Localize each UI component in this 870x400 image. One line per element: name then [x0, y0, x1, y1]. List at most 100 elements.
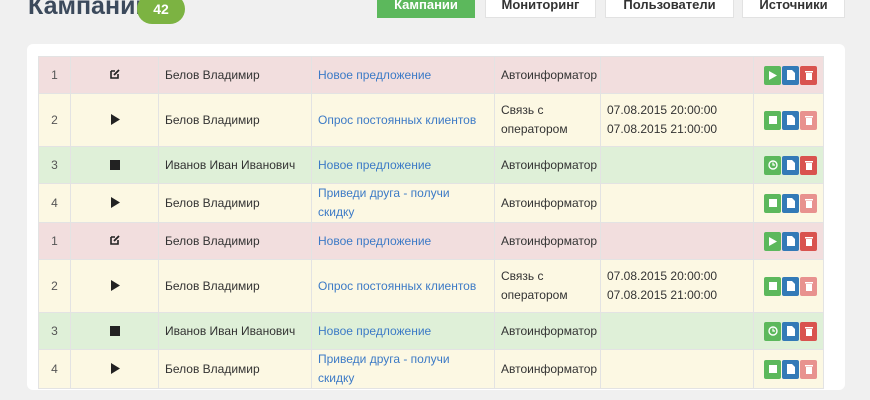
schedule-cell: [600, 56, 754, 94]
trash-disabled-button[interactable]: [800, 193, 817, 213]
play-button[interactable]: [764, 65, 781, 85]
type-cell: Автоинформатор: [494, 222, 601, 260]
play-icon[interactable]: [110, 196, 120, 211]
file-button[interactable]: [782, 65, 799, 85]
play-icon[interactable]: [110, 362, 120, 377]
stop-icon: [768, 116, 777, 124]
campaign-link[interactable]: Новое предложение: [311, 146, 495, 184]
row-number: 1: [38, 222, 71, 260]
file-button[interactable]: [782, 359, 799, 379]
status-cell: [70, 259, 159, 313]
file-button[interactable]: [782, 155, 799, 175]
table-row: 3 Иванов Иван Иванович Новое предложение Ав…: [38, 312, 824, 350]
actions-cell: [753, 259, 824, 313]
trash-disabled-icon: [804, 115, 813, 125]
campaign-link[interactable]: Приведи друга - получи скидку: [311, 183, 495, 223]
row-number: 4: [38, 349, 71, 389]
row-number: 3: [38, 312, 71, 350]
stop-button[interactable]: [764, 276, 781, 296]
campaign-link[interactable]: Новое предложение: [311, 56, 495, 94]
clock-icon: [767, 160, 778, 170]
campaigns-table: 1 Белов Владимир Новое предложение Автоинфо…: [38, 56, 824, 389]
type-cell: Автоинформатор: [494, 146, 601, 184]
trash-disabled-button[interactable]: [800, 359, 817, 379]
file-icon: [786, 160, 795, 170]
edit-icon[interactable]: [109, 68, 121, 83]
trash-disabled-button[interactable]: [800, 276, 817, 296]
stop-icon: [768, 199, 777, 207]
actions-cell: [753, 183, 824, 223]
clock-button[interactable]: [764, 155, 781, 175]
type-cell: Автоинформатор: [494, 183, 601, 223]
stop-button[interactable]: [764, 359, 781, 379]
campaign-link[interactable]: Новое предложение: [311, 312, 495, 350]
stop-button[interactable]: [764, 193, 781, 213]
row-number: 4: [38, 183, 71, 223]
clock-button[interactable]: [764, 321, 781, 341]
edit-icon[interactable]: [109, 234, 121, 249]
start-time: 07.08.2015 20:00:00: [607, 103, 718, 117]
trash-disabled-icon: [804, 364, 813, 374]
status-cell: [70, 93, 159, 147]
type-cell: Автоинформатор: [494, 56, 601, 94]
schedule-cell: [600, 312, 754, 350]
play-button[interactable]: [764, 231, 781, 251]
type-cell: Связь с оператором: [494, 93, 601, 147]
trash-disabled-icon: [804, 281, 813, 291]
file-icon: [786, 236, 795, 246]
trash-button[interactable]: [800, 231, 817, 251]
status-cell: [70, 183, 159, 223]
stop-icon: [768, 282, 777, 290]
type-cell: Автоинформатор: [494, 349, 601, 389]
status-cell: [70, 312, 159, 350]
nav-sources-button[interactable]: Источники: [742, 0, 845, 18]
actions-cell: [753, 56, 824, 94]
campaigns-card: 1 Белов Владимир Новое предложение Автоинфо…: [27, 44, 845, 390]
stop-button[interactable]: [764, 110, 781, 130]
table-row: 1 Белов Владимир Новое предложение Автоинфо…: [38, 222, 824, 260]
status-cell: [70, 222, 159, 260]
schedule-cell: 07.08.2015 20:00:00 07.08.2015 21:00:00: [600, 93, 754, 147]
owner-cell: Белов Владимир: [158, 349, 312, 389]
table-row: 4 Белов Владимир Приведи друга - получи ск…: [38, 349, 824, 389]
file-button[interactable]: [782, 193, 799, 213]
status-cell: [70, 349, 159, 389]
actions-cell: [753, 93, 824, 147]
owner-cell: Иванов Иван Иванович: [158, 312, 312, 350]
trash-button[interactable]: [800, 155, 817, 175]
trash-icon: [804, 70, 813, 80]
file-button[interactable]: [782, 110, 799, 130]
stop-icon[interactable]: [109, 158, 120, 173]
nav-monitoring-button[interactable]: Мониторинг: [485, 0, 596, 18]
end-time: 07.08.2015 21:00:00: [607, 288, 718, 302]
nav-campaigns-button[interactable]: Кампании: [377, 0, 475, 18]
trash-disabled-button[interactable]: [800, 110, 817, 130]
file-button[interactable]: [782, 231, 799, 251]
actions-cell: [753, 312, 824, 350]
file-icon: [786, 326, 795, 336]
owner-cell: Иванов Иван Иванович: [158, 146, 312, 184]
file-icon: [786, 115, 795, 125]
file-icon: [786, 198, 795, 208]
schedule-cell: [600, 146, 754, 184]
owner-cell: Белов Владимир: [158, 93, 312, 147]
file-button[interactable]: [782, 321, 799, 341]
row-number: 1: [38, 56, 71, 94]
trash-button[interactable]: [800, 321, 817, 341]
row-number: 2: [38, 259, 71, 313]
campaign-link[interactable]: Опрос постоянных клиентов: [311, 259, 495, 313]
campaign-link[interactable]: Опрос постоянных клиентов: [311, 93, 495, 147]
trash-icon: [804, 160, 813, 170]
nav-users-button[interactable]: Пользователи: [605, 0, 734, 18]
play-icon[interactable]: [110, 113, 120, 128]
end-time: 07.08.2015 21:00:00: [607, 122, 718, 136]
type-cell: Связь с оператором: [494, 259, 601, 313]
table-row: 2 Белов Владимир Опрос постоянных клиентов…: [38, 93, 824, 147]
play-icon[interactable]: [110, 279, 120, 294]
start-time: 07.08.2015 20:00:00: [607, 269, 718, 283]
campaign-link[interactable]: Новое предложение: [311, 222, 495, 260]
trash-button[interactable]: [800, 65, 817, 85]
campaign-link[interactable]: Приведи друга - получи скидку: [311, 349, 495, 389]
file-button[interactable]: [782, 276, 799, 296]
stop-icon[interactable]: [109, 324, 120, 339]
